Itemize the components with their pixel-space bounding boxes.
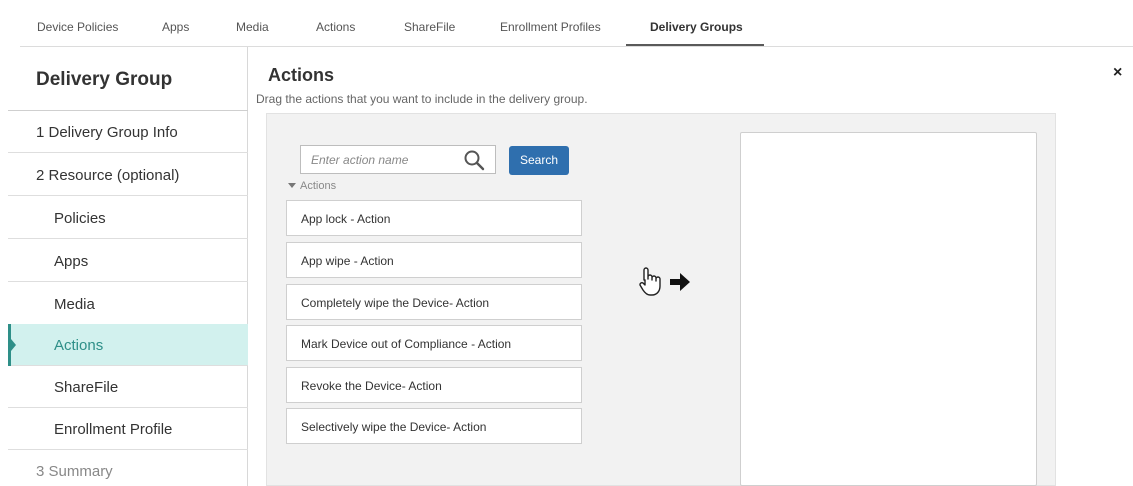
sidebar-item-apps[interactable]: Apps [8,240,248,282]
action-item-label: App wipe - Action [301,254,394,268]
tab-media[interactable]: Media [236,20,269,34]
sidebar-item-sharefile[interactable]: ShareFile [8,366,248,408]
group-label: Actions [300,180,337,192]
sidebar-item-label: Policies [54,210,106,227]
tab-delivery-groups[interactable]: Delivery Groups [650,20,743,34]
sidebar-item-label: Apps [54,253,89,270]
sidebar-item-actions[interactable]: Actions [8,324,248,366]
page-subtitle: Drag the actions that you want to includ… [256,92,588,106]
drop-zone[interactable] [740,132,1037,486]
action-item-app-lock[interactable]: App lock - Action [286,200,582,236]
sidebar-item-label: 1 Delivery Group Info [36,124,178,141]
action-item-label: Mark Device out of Compliance - Action [301,337,512,351]
tab-actions[interactable]: Actions [316,20,355,34]
sidebar: Delivery Group 1 Delivery Group Info 2 R… [8,47,248,486]
tab-enrollment-profiles[interactable]: Enrollment Profiles [500,20,601,34]
action-item-selectively-wipe[interactable]: Selectively wipe the Device- Action [286,408,582,444]
search-input[interactable] [311,151,461,169]
actions-group-toggle[interactable]: Actions [288,180,336,192]
tab-apps[interactable]: Apps [162,20,189,34]
action-item-label: Selectively wipe the Device- Action [301,420,487,434]
sidebar-item-label: 3 Summary [36,463,113,480]
sidebar-item-delivery-group-info[interactable]: 1 Delivery Group Info [8,111,248,153]
action-item-revoke[interactable]: Revoke the Device- Action [286,367,582,403]
search-button[interactable]: Search [509,146,569,175]
action-item-completely-wipe[interactable]: Completely wipe the Device- Action [286,284,582,320]
action-item-app-wipe[interactable]: App wipe - Action [286,242,582,278]
top-nav: Device Policies Apps Media Actions Share… [0,0,1133,47]
action-item-mark-out-of-compliance[interactable]: Mark Device out of Compliance - Action [286,325,582,361]
action-item-label: Revoke the Device- Action [301,379,442,393]
tab-sharefile[interactable]: ShareFile [404,20,455,34]
sidebar-item-media[interactable]: Media [8,283,248,325]
sidebar-item-label: Actions [54,337,104,354]
close-icon[interactable]: × [1113,64,1122,82]
caret-down-icon [288,182,296,188]
pointer-hand-icon [639,267,661,296]
sidebar-item-label: 2 Resource (optional) [36,167,180,184]
action-item-label: Completely wipe the Device- Action [301,296,490,310]
drag-hint [639,267,690,296]
action-item-label: App lock - Action [301,212,391,226]
sidebar-item-resource[interactable]: 2 Resource (optional) [8,154,248,196]
sidebar-item-summary[interactable]: 3 Summary [8,450,248,486]
search-box [300,145,496,174]
sidebar-item-enrollment-profile[interactable]: Enrollment Profile [8,408,248,450]
tab-device-policies[interactable]: Device Policies [37,20,118,34]
sidebar-title: Delivery Group [36,69,173,90]
sidebar-item-label: Enrollment Profile [54,421,173,438]
sidebar-item-label: Media [54,296,95,313]
active-pointer-icon [11,339,16,351]
sidebar-item-policies[interactable]: Policies [8,197,248,239]
sidebar-item-label: ShareFile [54,379,119,396]
page-title: Actions [268,65,335,85]
search-icon[interactable] [463,149,485,171]
right-arrow-icon [670,273,690,291]
